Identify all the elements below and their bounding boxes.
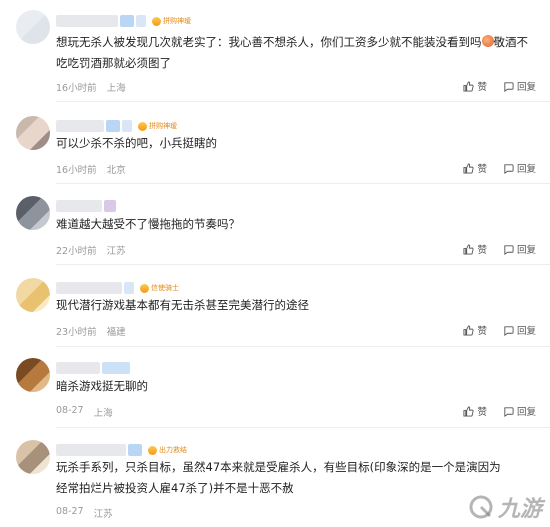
avatar[interactable] [16,358,50,392]
like-button[interactable]: 赞 [463,323,487,337]
avatar[interactable] [16,10,50,44]
avatar[interactable] [16,278,50,312]
badge-icon [138,121,147,131]
username[interactable]: 出力救结 [56,443,187,457]
comment-time: 08-27 [56,506,84,517]
username[interactable] [56,199,116,213]
reply-button[interactable]: 回复 [503,161,536,175]
comment-text: 暗杀游戏挺无聊的 [56,379,148,393]
badge: 拼购神瑷 [152,16,191,26]
badge-icon [140,283,149,293]
reply-button[interactable]: 回复 [503,242,536,256]
comment-time: 16小时前 [56,83,97,94]
thumbs-up-icon [463,324,475,336]
divider [56,183,550,184]
nine-game-logo-icon [469,495,493,519]
username[interactable]: 信使骑士 [56,281,179,295]
divider [56,264,550,265]
thumbs-up-icon [463,405,475,417]
comment-time: 16小时前 [56,165,97,176]
comment-location: 北京 [106,165,126,176]
comment-location: 上海 [93,408,113,419]
thumbs-up-icon [463,162,475,174]
reply-button[interactable]: 回复 [503,79,536,93]
badge-icon [152,16,161,26]
emoji-icon [481,35,494,47]
thumbs-up-icon [463,80,475,92]
comment-text: 可以少杀不杀的吧，小兵挺瞎的 [56,136,217,150]
username[interactable] [56,361,130,375]
reply-button[interactable]: 回复 [503,404,536,418]
divider [56,346,550,347]
comment-bubble-icon [504,325,514,336]
comment-bubble-icon [504,163,514,174]
divider [56,101,550,102]
comment-text: 玩杀手系列，只杀目标，虽然47本来就是受雇杀人，有些目标(印象深的是一个是演因为… [56,460,501,495]
divider [56,427,550,428]
avatar[interactable] [16,196,50,230]
badge: 信使骑士 [140,283,179,293]
comment-time: 22小时前 [56,246,97,257]
badge-icon [148,445,157,455]
comment-location: 福建 [106,327,126,338]
comment-bubble-icon [504,244,514,255]
username[interactable]: 拼购神瑷 [56,119,177,133]
username[interactable]: 拼购神瑷 [56,14,191,28]
comment-text: 现代潜行游戏基本都有无击杀甚至完美潜行的途径 [56,298,309,312]
watermark-logo: 九游 [468,491,542,523]
comment-bubble-icon [504,406,514,417]
comment-text: 想玩无杀人被发现几次就老实了：我心善不想杀人，你们工资多少就不能装没看到吗 敬酒不… [56,35,528,70]
badge: 拼购神瑷 [138,121,177,131]
comment-bubble-icon [504,81,514,92]
like-button[interactable]: 赞 [463,79,487,93]
thumbs-up-icon [463,243,475,255]
avatar[interactable] [16,116,50,150]
reply-button[interactable]: 回复 [503,323,536,337]
like-button[interactable]: 赞 [463,242,487,256]
comment-location: 江苏 [93,509,113,520]
like-button[interactable]: 赞 [463,161,487,175]
comment-time: 23小时前 [56,327,97,338]
comment-location: 江苏 [106,246,126,257]
badge: 出力救结 [148,445,187,455]
like-button[interactable]: 赞 [463,404,487,418]
comment-time: 08-27 [56,405,84,416]
avatar[interactable] [16,440,50,474]
comment-text: 难道越大越受不了慢拖拖的节奏吗？ [56,217,240,231]
comment-location: 上海 [106,83,126,94]
